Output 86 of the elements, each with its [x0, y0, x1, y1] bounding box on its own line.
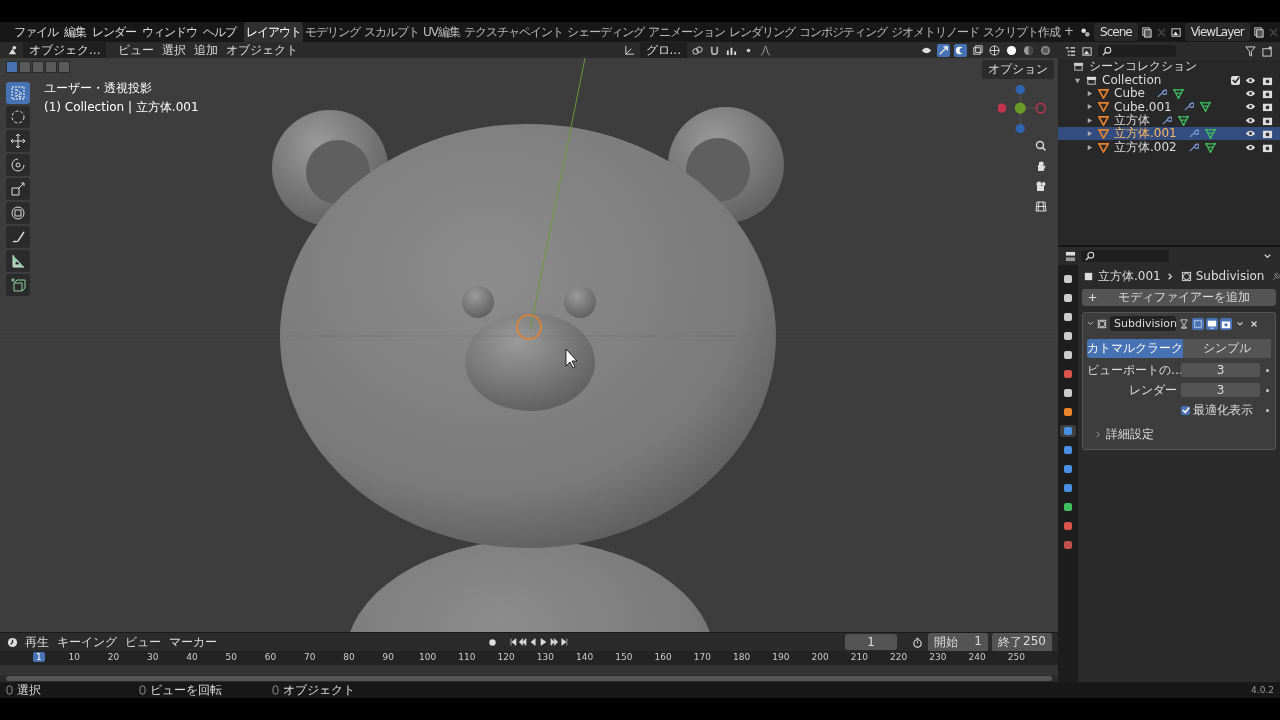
menu-item[interactable]: ファイル [12, 23, 60, 41]
frame-number: 120 [497, 652, 515, 662]
view-layer-field[interactable]: ViewLayer [1184, 23, 1250, 41]
outliner-row[interactable]: Cube.001 [1058, 100, 1280, 114]
outliner-item-name: Cube.001 [1114, 99, 1172, 114]
options-dropdown[interactable]: オプション [982, 60, 1054, 79]
outliner-item-name: 立方体.002 [1114, 139, 1177, 156]
frame-number: 250 [1007, 652, 1025, 662]
menu-item[interactable]: 追加 [192, 41, 221, 59]
subdivision-type-tab[interactable]: カトマルクラーク [1087, 339, 1183, 358]
end-frame-field[interactable]: 終了 250 [992, 632, 1052, 652]
add-modifier-button[interactable]: モディファイアーを追加 [1082, 289, 1276, 306]
modifier-name-field[interactable]: Subdivision [1110, 316, 1176, 331]
frame-number: 110 [458, 652, 476, 662]
frame-number: 60 [264, 652, 277, 662]
outliner-row[interactable]: 立方体.001 [1058, 126, 1280, 141]
number-field[interactable]: 3 [1181, 383, 1260, 397]
outliner-row[interactable]: 立方体 [1058, 113, 1280, 127]
outliner-row[interactable]: Cube [1058, 86, 1280, 101]
frame-number: 190 [772, 652, 790, 662]
subdivision-type-tab[interactable]: シンプル [1183, 339, 1271, 358]
status-hint: ビューを回転 [150, 681, 223, 699]
frame-number: 50 [225, 652, 238, 662]
frame-number: 20 [107, 652, 120, 662]
view-name-label: ユーザー・透視投影 [44, 80, 153, 97]
object-info-label: (1) Collection | 立方体.001 [44, 99, 199, 116]
workspace-tab[interactable]: アニメーション [646, 21, 727, 43]
version-label: 4.0.2 [1251, 685, 1274, 695]
frame-number: 170 [693, 652, 711, 662]
frame-number: 230 [929, 652, 947, 662]
frame-number: 240 [968, 652, 986, 662]
outliner-item-name: Cube [1114, 86, 1145, 101]
start-frame-field[interactable]: 開始 1 [928, 632, 988, 652]
frame-number: 10 [68, 652, 81, 662]
breadcrumb-modifier: Subdivision [1195, 269, 1265, 283]
workspace-tab[interactable]: ジオメトリノード [889, 21, 981, 43]
workspace-tab[interactable]: レイアウト [244, 21, 303, 43]
3d-viewport[interactable]: ユーザー・透視投影 (1) Collection | 立方体.001 オプション [0, 58, 1058, 632]
menu-item[interactable]: ヘルプ [201, 23, 238, 41]
menu-item[interactable]: 再生 [23, 633, 51, 651]
menu-item[interactable]: マーカー [167, 633, 219, 651]
frame-number: 40 [186, 652, 198, 662]
optimal-display-checkbox[interactable]: 最適化表示 [1181, 401, 1260, 419]
status-hint: 選択 [17, 681, 42, 699]
frame-number: 210 [850, 652, 868, 662]
frame-number: 150 [615, 652, 633, 662]
workspace-tab[interactable]: テクスチャペイント [462, 21, 565, 43]
breadcrumb-object: 立方体.001 [1098, 267, 1161, 285]
scene-field[interactable]: Scene [1094, 23, 1138, 41]
menu-item[interactable]: 選択 [160, 41, 189, 59]
frame-number: 220 [889, 652, 908, 662]
frame-number: 140 [575, 652, 594, 662]
outliner-item-name: 立方体.001 [1114, 125, 1177, 141]
add-workspace-button[interactable]: + [1062, 21, 1076, 43]
menu-item[interactable]: ビュー [123, 633, 163, 651]
workspace-tab[interactable]: スカルプト [362, 21, 421, 43]
menu-item[interactable]: ウィンドウ [140, 23, 199, 41]
menu-item[interactable]: レンダー [90, 23, 138, 41]
frame-number: 180 [732, 652, 751, 662]
frame-number: 80 [343, 652, 355, 662]
current-frame-field[interactable]: 1 [845, 634, 897, 650]
workspace-tab[interactable]: スクリプト作成 [981, 21, 1062, 43]
frame-number: 130 [536, 652, 554, 662]
menu-item[interactable]: 編集 [62, 23, 88, 41]
field-label: レンダー [1128, 381, 1177, 399]
status-hint: オブジェクト [283, 681, 356, 699]
menu-item[interactable]: オブジェクト [224, 41, 301, 59]
workspace-tab[interactable]: モデリング [303, 21, 362, 43]
number-field[interactable]: 3 [1181, 363, 1260, 377]
advanced-settings-subpanel[interactable]: 詳細設定 [1106, 426, 1154, 443]
frame-number: 30 [147, 652, 159, 662]
outliner-row[interactable]: 立方体.002 [1058, 140, 1280, 154]
frame-number: 200 [811, 652, 829, 662]
workspace-tab[interactable]: レンダリング [727, 21, 797, 43]
workspace-tab[interactable]: シェーディング [565, 21, 646, 43]
outliner-item-name: 立方体 [1114, 111, 1150, 127]
playhead-marker[interactable]: 1 [33, 652, 45, 662]
frame-number: 160 [654, 652, 672, 662]
frame-number: 90 [382, 652, 395, 662]
outliner-item-name[interactable]: Collection [1102, 73, 1162, 88]
menu-item[interactable]: ビュー [116, 41, 157, 59]
workspace-tab[interactable]: コンポジティング [797, 21, 889, 43]
menu-item[interactable]: キーイング [55, 633, 119, 651]
frame-number: 100 [418, 652, 437, 662]
workspace-tab[interactable]: UV編集 [421, 21, 462, 43]
frame-number: 70 [304, 652, 316, 662]
